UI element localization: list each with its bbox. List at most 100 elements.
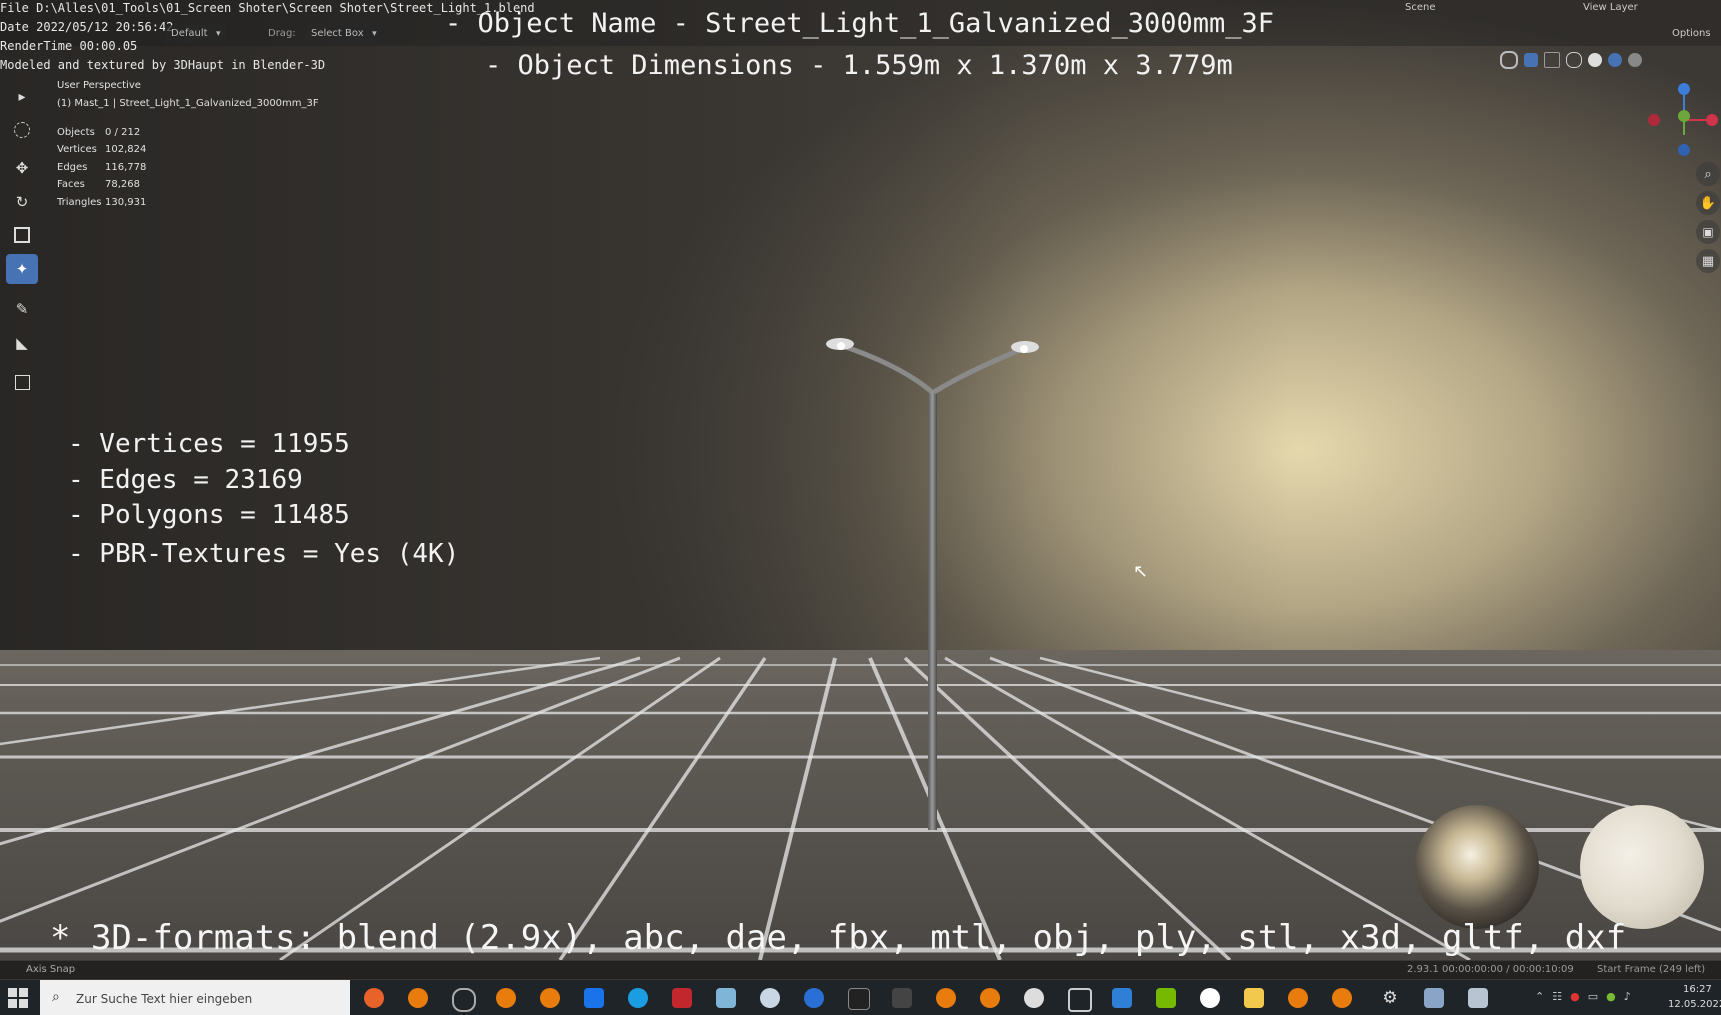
axis-snap-label: Axis Snap	[26, 964, 76, 975]
cube-app-icon[interactable]	[1068, 988, 1092, 1012]
panda-icon[interactable]	[1024, 988, 1044, 1008]
collection-label: (1) Mast_1 | Street_Light_1_Galvanized_3…	[57, 98, 319, 109]
zoom-nav-button[interactable]: ⌕	[1696, 162, 1720, 186]
camera-icon: ▣	[1702, 225, 1714, 239]
app-grey-icon[interactable]	[892, 988, 912, 1008]
tray-chevron-icon[interactable]: ⌃	[1535, 990, 1544, 1006]
terminal-icon[interactable]	[848, 988, 870, 1010]
system-tray[interactable]: ⌃ ☷ ● ▭ ● ♪	[1535, 990, 1645, 1006]
stat-value-vertices: 102,824	[105, 144, 147, 155]
gizmo-toggle-icon[interactable]	[1500, 51, 1518, 69]
orientation-dropdown[interactable]: Default	[165, 25, 226, 43]
rotate-tool[interactable]: ↻	[6, 187, 38, 217]
blender-icon-3[interactable]	[540, 988, 560, 1008]
notes-icon[interactable]	[716, 988, 736, 1008]
start-frame-label: Start Frame (249 left)	[1597, 964, 1706, 975]
nvidia-icon[interactable]	[1156, 988, 1176, 1008]
ortho-nav-button[interactable]: ▦	[1696, 249, 1720, 273]
grid-icon: ▦	[1701, 253, 1715, 269]
edge-icon[interactable]	[628, 988, 648, 1008]
stat-key-triangles: Triangles	[57, 197, 102, 208]
steam-icon[interactable]	[452, 988, 476, 1012]
app-window-icon[interactable]	[1424, 988, 1444, 1008]
blender-icon[interactable]	[408, 988, 428, 1008]
search-icon: ⌕	[52, 989, 60, 1005]
edges-stat: - Edges = 23169	[68, 465, 303, 495]
object-dimensions-caption: - Object Dimensions - 1.559m x 1.370m x …	[485, 50, 1233, 81]
rotate-icon: ↻	[15, 193, 29, 211]
stat-value-faces: 78,268	[105, 179, 140, 190]
settings-gear-icon[interactable]: ⚙	[1380, 988, 1400, 1008]
magnifier-icon: ⌕	[1704, 166, 1712, 182]
tray-green-icon[interactable]: ●	[1606, 990, 1616, 1006]
scale-tool[interactable]	[6, 220, 38, 250]
blender-icon-active[interactable]	[936, 988, 956, 1008]
pencil-icon: ✎	[15, 300, 29, 318]
polygons-stat: - Polygons = 11485	[68, 500, 350, 530]
camera-nav-button[interactable]: ▣	[1696, 220, 1720, 244]
blender-icon-6[interactable]	[1332, 988, 1352, 1008]
stat-key-faces: Faces	[57, 179, 85, 190]
vertices-stat: - Vertices = 11955	[68, 429, 350, 459]
app-window-icon-2[interactable]	[1468, 988, 1488, 1008]
transform-tool[interactable]: ✦	[6, 254, 38, 284]
viewport-shading-buttons[interactable]	[1500, 50, 1715, 70]
firefox-icon[interactable]	[364, 988, 384, 1008]
xray-toggle-icon[interactable]	[1544, 52, 1560, 68]
network-icon[interactable]: ☷	[1552, 990, 1562, 1006]
annotate-tool[interactable]: ✎	[6, 294, 38, 324]
options-menu[interactable]: Options	[1672, 28, 1711, 39]
measure-tool[interactable]: ◣	[6, 328, 38, 358]
calendar-icon[interactable]	[1112, 988, 1132, 1008]
battery-icon[interactable]: ▭	[1588, 990, 1598, 1006]
app-blue-icon[interactable]	[804, 988, 824, 1008]
drag-label: Drag:	[268, 28, 296, 39]
clock-time[interactable]: 16:27	[1683, 984, 1712, 995]
street-light-model	[826, 338, 1039, 830]
move-arrows-icon: ✥	[15, 159, 29, 177]
hand-icon: ✋	[1699, 195, 1717, 211]
clock-date[interactable]: 12.05.2022	[1668, 999, 1721, 1010]
start-button[interactable]	[8, 988, 28, 1008]
folder-icon[interactable]	[1244, 988, 1264, 1008]
add-cube-tool[interactable]	[6, 367, 38, 397]
blender-icon-5[interactable]	[1288, 988, 1308, 1008]
stat-value-objects: 0 / 212	[105, 127, 141, 138]
cursor-arrow-icon: ▸	[18, 89, 26, 105]
diffuse-sphere	[1580, 805, 1704, 929]
app-red-icon[interactable]	[672, 988, 692, 1008]
search-placeholder: Zur Suche Text hier eingeben	[76, 992, 253, 1006]
overlay-toggle-icon[interactable]	[1524, 53, 1538, 67]
rendered-shading-icon[interactable]	[1628, 53, 1642, 67]
select-tool[interactable]: ▸	[6, 82, 38, 112]
cursor-tool[interactable]	[6, 115, 38, 145]
stat-key-objects: Objects	[57, 127, 95, 138]
mail-icon[interactable]	[584, 988, 604, 1008]
app-white-icon[interactable]	[1200, 988, 1220, 1008]
wireframe-shading-icon[interactable]	[1566, 52, 1582, 68]
perspective-label: User Perspective	[57, 80, 141, 91]
stat-key-edges: Edges	[57, 162, 88, 173]
crosshair-icon	[14, 122, 30, 138]
blender-icon-4[interactable]	[980, 988, 1000, 1008]
pbr-textures-stat: - PBR-Textures = Yes (4K)	[68, 539, 460, 569]
solid-shading-icon[interactable]	[1588, 53, 1602, 67]
scene-selector[interactable]: Scene	[1405, 2, 1436, 13]
mouse-cursor-icon: ↖	[1133, 561, 1149, 582]
scale-icon	[14, 227, 30, 243]
render-time: RenderTime 00:00.05	[0, 39, 138, 53]
render-date: Date 2022/05/12 20:56:42	[0, 20, 174, 34]
navigation-gizmo[interactable]	[1640, 80, 1720, 160]
tray-red-icon[interactable]: ●	[1570, 990, 1580, 1006]
version-time-label: 2.93.1 00:00:00:00 / 00:00:10:09	[1407, 964, 1574, 975]
chrome-sphere	[1415, 805, 1539, 929]
view-layer-selector[interactable]: View Layer	[1583, 2, 1638, 13]
cube-add-icon	[14, 374, 30, 390]
material-shading-icon[interactable]	[1608, 53, 1622, 67]
blender-icon-2[interactable]	[496, 988, 516, 1008]
drag-dropdown[interactable]: Select Box	[305, 25, 382, 43]
move-tool[interactable]: ✥	[6, 153, 38, 183]
pan-nav-button[interactable]: ✋	[1696, 191, 1720, 215]
photos-icon[interactable]	[760, 988, 780, 1008]
volume-icon[interactable]: ♪	[1624, 990, 1631, 1006]
